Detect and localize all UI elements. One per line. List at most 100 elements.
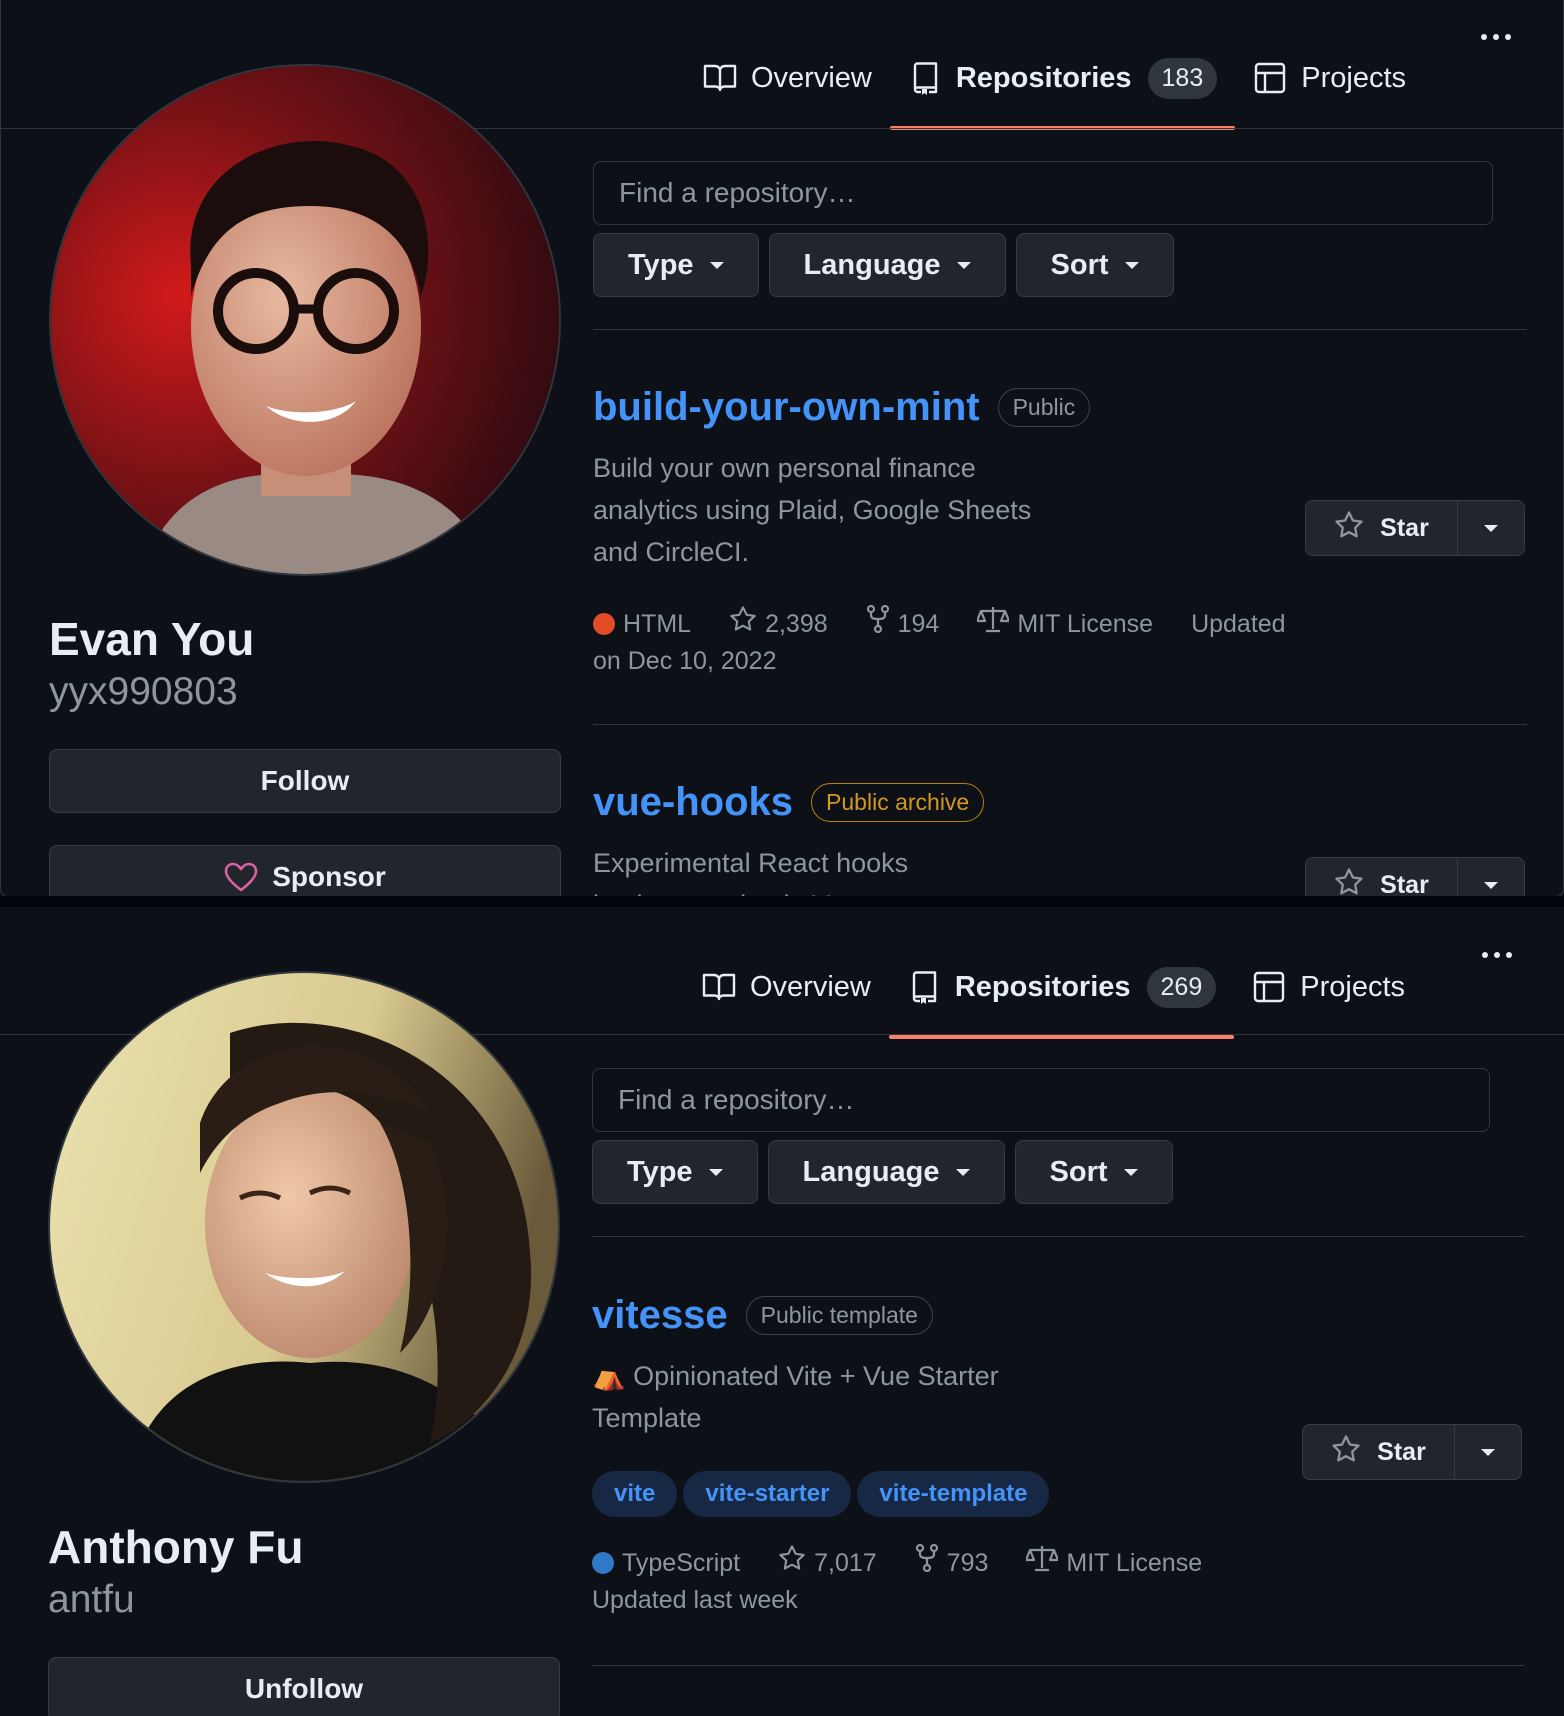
repo-forks-link[interactable]: 793 [915, 1543, 988, 1582]
star-list-dropdown[interactable] [1458, 858, 1524, 896]
language-filter-button[interactable]: Language [768, 233, 1006, 297]
tab-repositories[interactable]: Repositories 183 [889, 54, 1236, 130]
repo-stars-count: 7,017 [814, 1549, 877, 1577]
repo-name-link[interactable]: vitesse [592, 1293, 728, 1338]
tab-repositories-label: Repositories [955, 61, 1132, 94]
type-filter-button[interactable]: Type [593, 233, 759, 297]
user-name: Anthony Fu [48, 1521, 304, 1573]
star-list-dropdown[interactable] [1455, 1425, 1521, 1479]
star-button-group: Star [1305, 500, 1525, 556]
repo-stars-link[interactable]: 2,398 [729, 605, 828, 643]
profile-panel-anthony: Overview Repositories 269 Projects Antho… [0, 907, 1564, 1716]
star-button-label: Star [1380, 513, 1429, 542]
star-icon [1331, 1434, 1361, 1471]
book-icon [702, 970, 736, 1004]
repository-search-input[interactable] [592, 1068, 1490, 1132]
repository-filters: Type Language Sort [592, 1140, 1173, 1204]
star-button-group: Star [1305, 857, 1525, 897]
star-button[interactable]: Star [1303, 1425, 1455, 1479]
repositories-count-badge: 269 [1146, 966, 1217, 1008]
chevron-down-icon [1124, 261, 1139, 269]
language-filter-label: Language [803, 248, 941, 281]
chevron-down-icon [709, 261, 724, 269]
follow-button[interactable]: Follow [49, 749, 561, 813]
list-divider [592, 1665, 1524, 1666]
more-options-icon[interactable] [1482, 952, 1512, 958]
sort-filter-button[interactable]: Sort [1014, 1140, 1173, 1204]
unfollow-button[interactable]: Unfollow [48, 1657, 560, 1716]
tab-repositories[interactable]: Repositories 269 [888, 963, 1235, 1039]
repo-updated: Updated last week [592, 1586, 798, 1614]
repo-language: HTML [593, 606, 691, 642]
user-login: yyx990803 [49, 670, 238, 713]
list-divider [593, 329, 1527, 330]
repo-stars-link[interactable]: 7,017 [778, 1544, 877, 1582]
repo-name-link[interactable]: build-your-own-mint [593, 385, 980, 430]
tab-projects[interactable]: Projects [1234, 963, 1423, 1011]
repo-license-label: MIT License [1066, 1549, 1203, 1577]
sponsor-button[interactable]: Sponsor [49, 845, 561, 896]
follow-button-label: Follow [260, 765, 350, 796]
law-icon [976, 605, 1011, 643]
avatar[interactable] [48, 971, 560, 1483]
profile-tabs: Overview Repositories 183 Projects [685, 54, 1424, 130]
repositories-count-badge: 183 [1147, 57, 1218, 99]
repo-stars-count: 2,398 [765, 610, 828, 638]
chevron-down-icon [1484, 524, 1498, 532]
language-filter-button[interactable]: Language [767, 1140, 1005, 1204]
tab-overview-label: Overview [750, 970, 871, 1003]
visibility-badge: Public [997, 388, 1091, 427]
repo-license: MIT License [976, 605, 1153, 643]
table-icon [1252, 970, 1286, 1004]
repo-title-row: vitesse Public template [592, 1293, 933, 1338]
repo-updated: Updated [1191, 610, 1286, 638]
repository-filters: Type Language Sort [593, 233, 1174, 297]
more-options-icon[interactable] [1481, 34, 1511, 40]
repo-title-row: vue-hooks Public archive [593, 780, 985, 825]
star-button-label: Star [1377, 1437, 1426, 1466]
topic-tag[interactable]: vite [592, 1471, 678, 1517]
topic-tag[interactable]: vite-starter [683, 1471, 852, 1517]
type-filter-label: Type [628, 248, 694, 281]
star-icon [729, 605, 757, 643]
star-button-label: Star [1380, 870, 1429, 897]
language-filter-label: Language [802, 1155, 940, 1188]
star-icon [1334, 510, 1364, 547]
repo-icon [908, 61, 942, 95]
law-icon [1025, 1544, 1060, 1582]
repository-search-input[interactable] [593, 161, 1493, 225]
repo-license: MIT License [1025, 1544, 1203, 1582]
sort-filter-label: Sort [1050, 248, 1109, 281]
star-button[interactable]: Star [1306, 501, 1458, 555]
type-filter-label: Type [627, 1155, 693, 1188]
repo-forks-count: 194 [897, 610, 940, 638]
repo-name-link[interactable]: vue-hooks [593, 780, 793, 825]
topic-tag[interactable]: vite-template [857, 1471, 1050, 1517]
repo-meta: TypeScript 7,017 793 MIT License Updated… [592, 1543, 1332, 1618]
repo-language-label: HTML [623, 610, 692, 638]
sort-filter-label: Sort [1049, 1155, 1108, 1188]
language-color-dot [593, 613, 615, 635]
chevron-down-icon [955, 1168, 970, 1176]
list-divider [593, 724, 1527, 725]
fork-icon [915, 1543, 939, 1582]
user-login: antfu [48, 1578, 135, 1621]
repo-description: Experimental React hooks implementation … [593, 848, 909, 896]
chevron-down-icon [708, 1168, 723, 1176]
avatar[interactable] [49, 64, 561, 576]
tab-repositories-label: Repositories [954, 970, 1131, 1003]
star-button[interactable]: Star [1306, 858, 1458, 897]
tab-projects-label: Projects [1301, 61, 1407, 94]
tab-overview[interactable]: Overview [685, 54, 890, 102]
tab-projects[interactable]: Projects [1235, 54, 1424, 102]
profile-panel-evan: Overview Repositories 183 Projects Evan … [0, 0, 1564, 897]
sort-filter-button[interactable]: Sort [1015, 233, 1174, 297]
chevron-down-icon [1123, 1168, 1138, 1176]
fork-icon [866, 604, 890, 643]
star-list-dropdown[interactable] [1458, 501, 1524, 555]
tab-projects-label: Projects [1300, 970, 1406, 1003]
repo-forks-link[interactable]: 194 [866, 604, 940, 643]
tab-overview[interactable]: Overview [684, 963, 889, 1011]
chevron-down-icon [1481, 1448, 1495, 1456]
type-filter-button[interactable]: Type [592, 1140, 758, 1204]
